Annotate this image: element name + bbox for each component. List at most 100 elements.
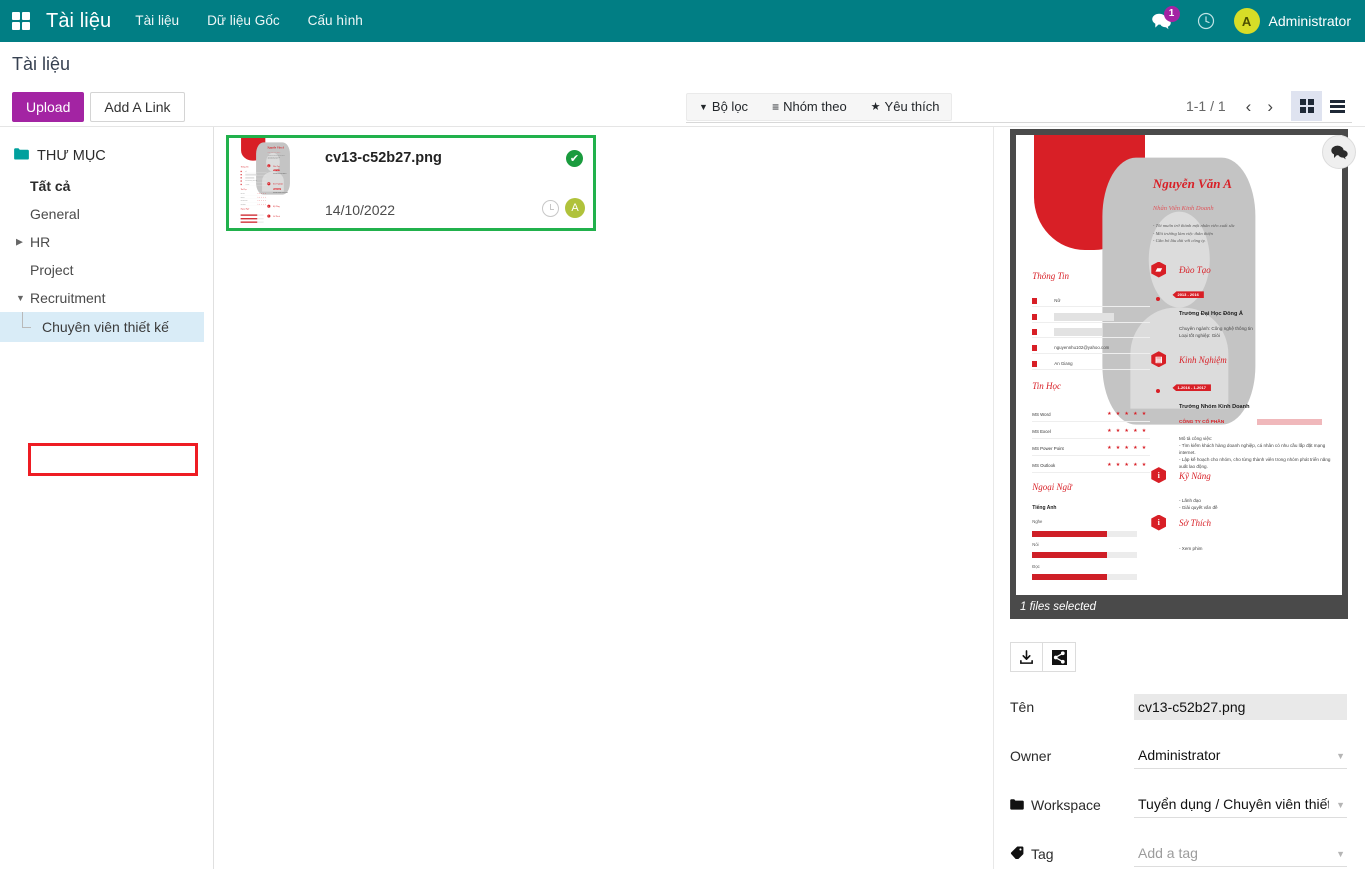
cv-info-row: Nữ xyxy=(1032,296,1149,307)
control-panel: Tài liệu Upload Add A Link ▼ Bộ lọc ≡ Nh… xyxy=(0,42,1365,127)
cv-role: Nhân Viên Kinh Doanh xyxy=(1153,205,1214,212)
sidebar-item-label: General xyxy=(30,206,80,222)
top-navbar: Tài liệu Tài liệu Dữ liệu Gốc Cấu hình 1… xyxy=(0,0,1365,42)
form-value xyxy=(1134,694,1347,720)
chevron-down-icon[interactable]: ▼ xyxy=(16,293,25,303)
owner-avatar[interactable]: A xyxy=(565,198,585,218)
workspace-field[interactable] xyxy=(1134,791,1347,818)
view-switcher xyxy=(1291,91,1353,121)
form-label: Tên xyxy=(1010,699,1134,715)
favorites-button[interactable]: ★ Yêu thích xyxy=(859,94,952,120)
form-row-workspace: Workspace ▼ xyxy=(1010,791,1347,818)
list-view-button[interactable] xyxy=(1322,91,1353,121)
cv-lang-label: Đọc xyxy=(1032,564,1039,569)
preview-frame[interactable]: Nguyễn Văn A Nhân Viên Kinh Doanh - Tôi … xyxy=(1010,129,1348,619)
filters-button[interactable]: ▼ Bộ lọc xyxy=(687,94,760,120)
tag-icon xyxy=(1010,846,1024,862)
cv-objective-3: - Gắn bó lâu dài với công ty. xyxy=(1153,237,1235,244)
cv-exp-detail: Mô tả công việc:- Tìm kiếm khách hàng do… xyxy=(1179,436,1332,470)
user-menu-button[interactable]: A Administrator xyxy=(1228,8,1357,34)
sidebar-item-label: Chuyên viên thiết kế xyxy=(42,319,169,335)
sidebar-item-recruitment[interactable]: ▼ Recruitment xyxy=(0,284,213,312)
form-label: Workspace xyxy=(1010,797,1134,813)
pager-group: 1-1 / 1 ‹ › xyxy=(1186,91,1353,121)
add-a-link-button[interactable]: Add A Link xyxy=(90,92,184,122)
grid-view-button[interactable] xyxy=(1291,91,1322,121)
info-icon: i xyxy=(1151,467,1166,483)
form-row-tag: Tag ▼ xyxy=(1010,840,1347,867)
name-field[interactable] xyxy=(1134,694,1347,720)
brand-title[interactable]: Tài liệu xyxy=(42,10,121,33)
star-rating: ★ ★ ★ ★ ★ xyxy=(1107,411,1148,417)
control-panel-top-row: Tài liệu xyxy=(0,42,1365,87)
cv-info-row xyxy=(1032,327,1149,338)
form-value: ▼ xyxy=(1134,840,1347,867)
tag-field[interactable] xyxy=(1134,840,1347,867)
cv-name: Nguyễn Văn A xyxy=(1153,176,1232,192)
upload-button[interactable]: Upload xyxy=(12,92,84,122)
nav-item-master-data[interactable]: Dữ liệu Gốc xyxy=(193,0,294,42)
cv-lang-bar xyxy=(1032,531,1136,537)
activities-button[interactable] xyxy=(1184,12,1228,30)
folder-icon xyxy=(1010,797,1024,813)
cv-objectives: - Tôi muốn trở thành một nhân viên xuất … xyxy=(267,155,284,160)
apps-grid-icon xyxy=(12,12,30,30)
cv-info-title: Thông Tin xyxy=(241,166,249,168)
chat-bubble-icon[interactable] xyxy=(1322,135,1356,169)
check-circle-icon[interactable]: ✔ xyxy=(566,150,583,167)
grid-view-icon xyxy=(1300,99,1314,113)
sidebar-item-hr[interactable]: ▶ HR xyxy=(0,228,213,256)
form-label-text: Owner xyxy=(1010,748,1051,764)
cv-exp-title: Kinh Nghiệm xyxy=(1179,355,1227,365)
cv-info-row: An Giang xyxy=(1032,359,1149,370)
cv-it-skill-row: MS Outlook ★ ★ ★ ★ ★ xyxy=(1032,460,1149,473)
clock-icon[interactable] xyxy=(542,200,559,217)
cv-role: Nhân Viên Kinh Doanh xyxy=(267,152,280,153)
form-row-owner: Owner ▼ xyxy=(1010,742,1347,769)
messages-button[interactable]: 1 xyxy=(1139,13,1184,30)
cv-photo-placeholder xyxy=(256,142,290,194)
download-button[interactable] xyxy=(1010,642,1043,672)
sidebar-item-general[interactable]: General xyxy=(0,200,213,228)
sidebar-item-label: HR xyxy=(30,234,50,250)
nav-item-configuration[interactable]: Cấu hình xyxy=(294,0,377,42)
chevron-right-icon[interactable]: › xyxy=(1259,98,1281,115)
sidebar-header: THƯ MỤC xyxy=(0,141,213,172)
sidebar-item-all[interactable]: Tất cả xyxy=(0,172,213,200)
folder-icon xyxy=(14,147,29,164)
group-by-button[interactable]: ≡ Nhóm theo xyxy=(760,94,859,120)
chevron-right-icon[interactable]: ▶ xyxy=(16,237,23,248)
owner-field[interactable] xyxy=(1134,742,1347,769)
nav-item-documents[interactable]: Tài liệu xyxy=(121,0,193,42)
document-form: Tên Owner ▼ xyxy=(994,672,1365,867)
user-name-label: Administrator xyxy=(1269,13,1357,29)
chevron-left-icon[interactable]: ‹ xyxy=(1238,98,1260,115)
cv-lang-name: Tiếng Anh xyxy=(1032,505,1056,511)
person-icon xyxy=(1032,298,1037,304)
document-card[interactable]: Nguyễn Văn A Nhân Viên Kinh Doanh - Tôi … xyxy=(226,135,596,231)
document-card-meta: A xyxy=(542,198,585,218)
cv-objectives: - Tôi muốn trở thành một nhân viên xuất … xyxy=(1153,222,1235,243)
cv-info-value: An Giang xyxy=(1054,361,1072,366)
cv-skill-name: MS Outlook xyxy=(1032,463,1055,468)
location-icon xyxy=(1032,361,1037,367)
share-button[interactable] xyxy=(1043,642,1076,672)
star-rating: ★ ★ ★ ★ ★ xyxy=(1107,428,1148,434)
cv-name: Nguyễn Văn A xyxy=(267,146,284,149)
breadcrumb[interactable]: Tài liệu xyxy=(0,42,70,75)
email-icon xyxy=(1032,345,1037,351)
form-row-name: Tên xyxy=(1010,694,1347,720)
form-label: Tag xyxy=(1010,846,1134,862)
cv-lang-bar xyxy=(1032,552,1136,558)
sidebar-item-project[interactable]: Project xyxy=(0,256,213,284)
preview-document: Nguyễn Văn A Nhân Viên Kinh Doanh - Tôi … xyxy=(1016,135,1342,595)
form-value: ▼ xyxy=(1134,791,1347,818)
info-icon: i xyxy=(1151,515,1166,531)
form-label: Owner xyxy=(1010,748,1134,764)
form-label-text: Workspace xyxy=(1031,797,1101,813)
document-actions xyxy=(1010,642,1365,672)
phone-icon xyxy=(1032,329,1037,335)
cv-info-value: nguyennhu102@yahoo.com xyxy=(1054,345,1109,350)
apps-menu-button[interactable] xyxy=(0,0,42,42)
star-icon: ★ xyxy=(871,94,881,120)
